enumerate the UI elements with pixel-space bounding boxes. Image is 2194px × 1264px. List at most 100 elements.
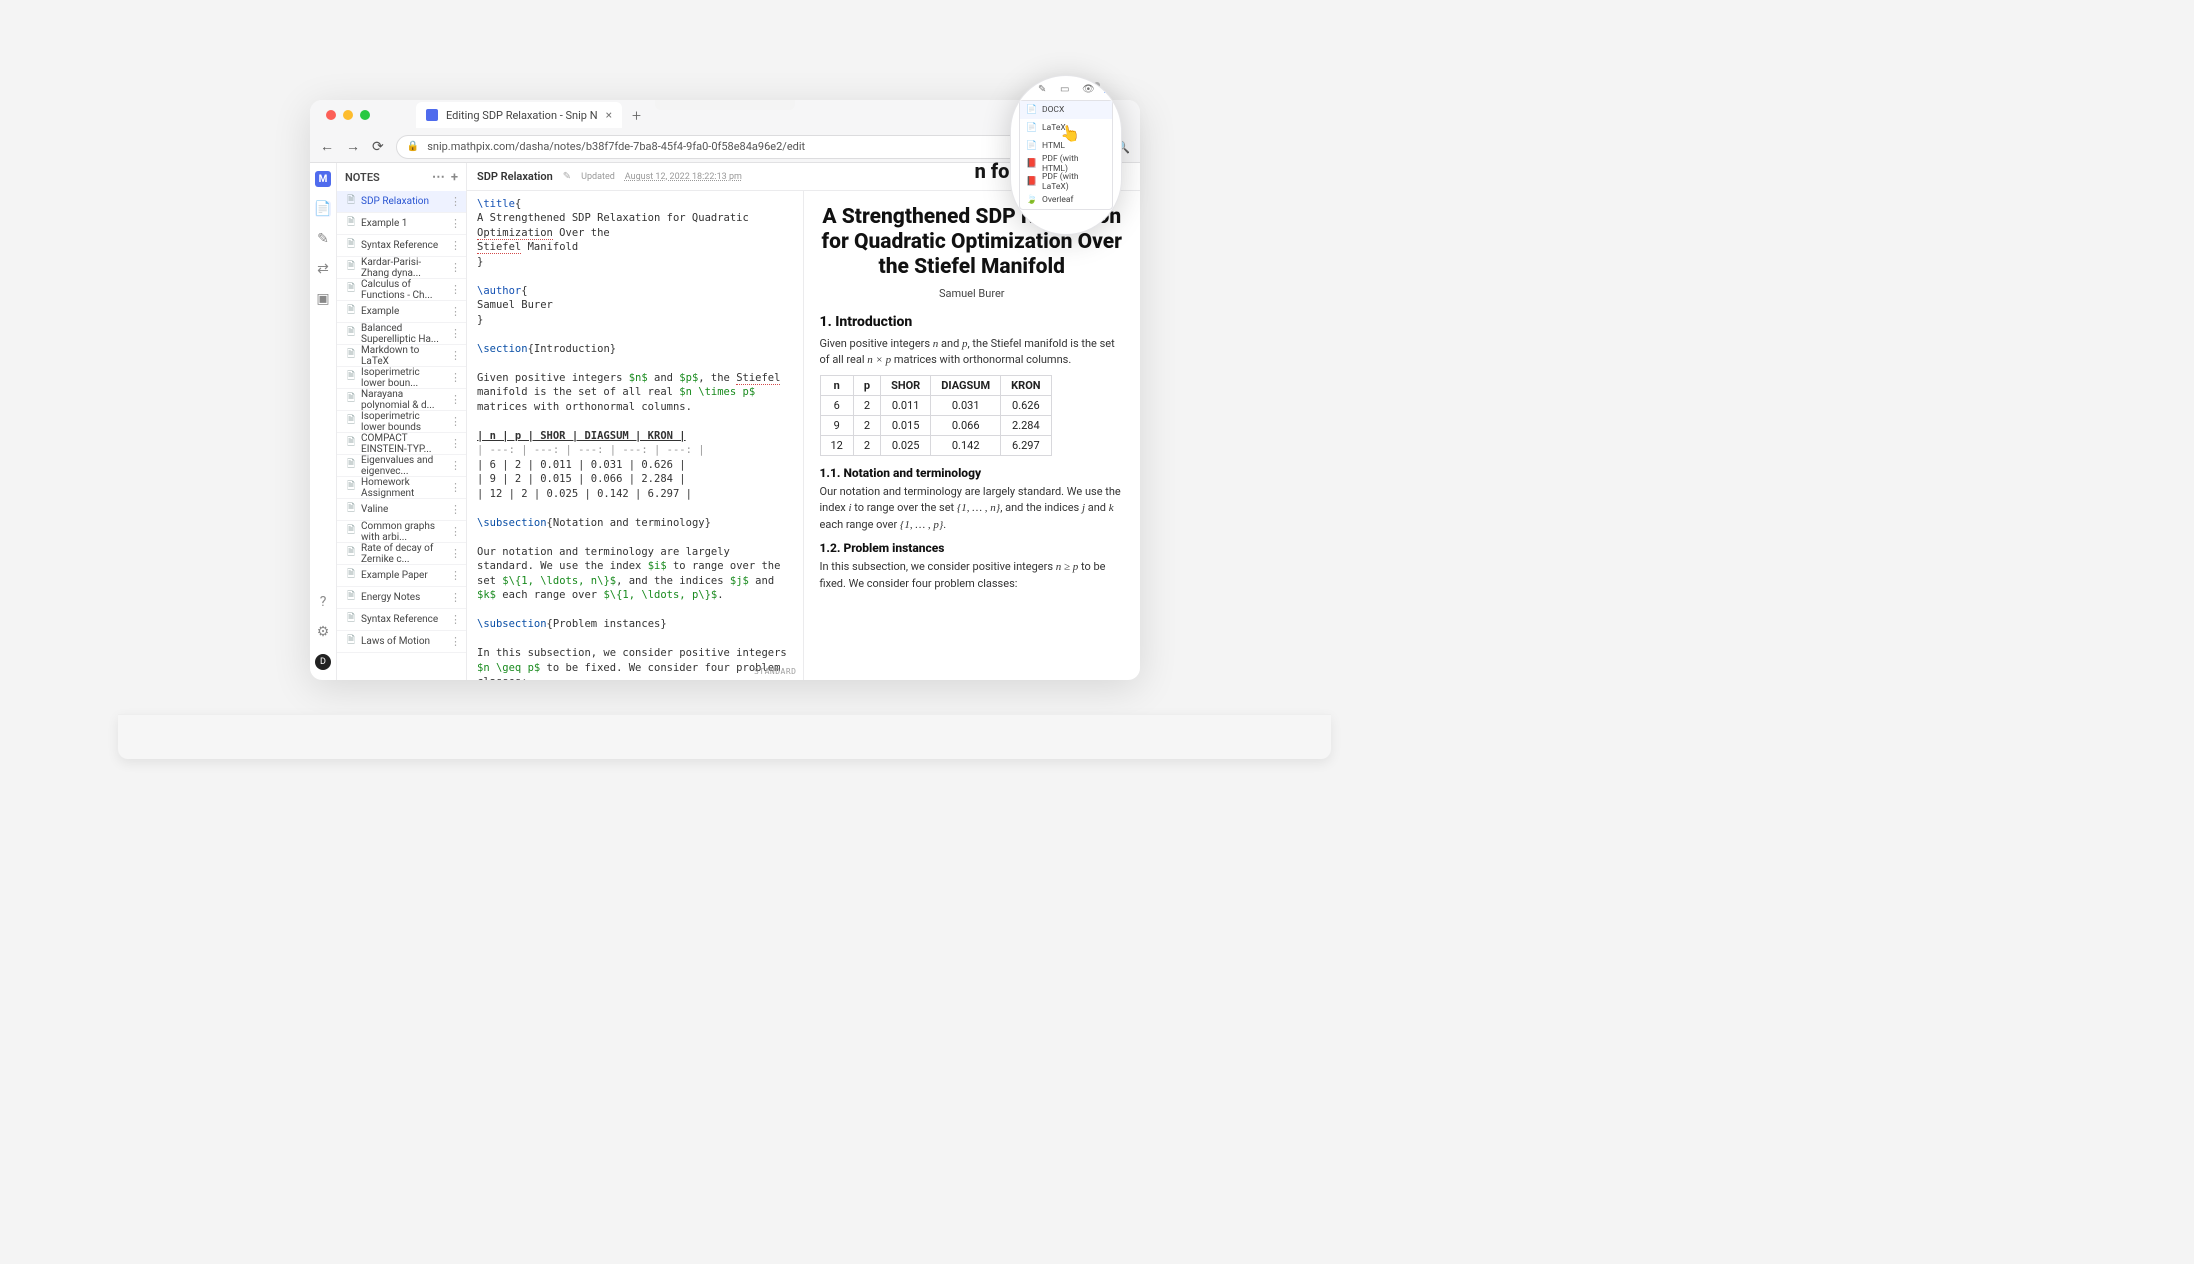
sidebar-item-label: Example bbox=[361, 306, 399, 317]
item-more-icon[interactable]: ⋮ bbox=[450, 613, 461, 626]
folders-icon[interactable]: ▣ bbox=[315, 291, 331, 307]
zoom-lens: ƒx ✎ ▭ 👁 ⤓ 📄DOCX📄LaTeX📄HTML📕PDF (with HT… bbox=[1010, 75, 1122, 235]
rail-bottom: ? ⚙ D bbox=[315, 594, 331, 680]
maximize-window-button[interactable] bbox=[360, 110, 370, 120]
sidebar-item[interactable]: 🗎Example⋮ bbox=[337, 301, 466, 323]
item-more-icon[interactable]: ⋮ bbox=[450, 569, 461, 582]
sidebar-add-icon[interactable]: + bbox=[451, 170, 458, 185]
sidebar-item-label: Isoperimetric lower bounds bbox=[361, 411, 444, 433]
item-more-icon[interactable]: ⋮ bbox=[450, 261, 461, 274]
item-more-icon[interactable]: ⋮ bbox=[450, 283, 461, 296]
file-icon: 🗎 bbox=[347, 259, 355, 276]
sidebar-item-label: Balanced Superelliptic Ha... bbox=[361, 323, 444, 345]
sidebar-item[interactable]: 🗎Markdown to LaTeX⋮ bbox=[337, 345, 466, 367]
lock-icon: 🔒 bbox=[407, 141, 419, 152]
sidebar-item[interactable]: 🗎Example 1⋮ bbox=[337, 213, 466, 235]
sidebar-item[interactable]: 🗎Homework Assignment⋮ bbox=[337, 477, 466, 499]
close-window-button[interactable] bbox=[326, 110, 336, 120]
sidebar-item[interactable]: 🗎Syntax Reference⋮ bbox=[337, 609, 466, 631]
address-bar[interactable]: 🔒 snip.mathpix.com/dasha/notes/b38f7fde-… bbox=[396, 135, 1103, 159]
sidebar-item[interactable]: 🗎Laws of Motion⋮ bbox=[337, 631, 466, 653]
sidebar-item[interactable]: 🗎SDP Relaxation⋮ bbox=[337, 191, 466, 213]
export-icon[interactable]: ⤓ bbox=[1104, 84, 1116, 96]
sidebar: NOTES ⋯ + 🗎SDP Relaxation⋮🗎Example 1⋮🗎Sy… bbox=[337, 163, 467, 680]
item-more-icon[interactable]: ⋮ bbox=[450, 459, 461, 472]
avatar[interactable]: D bbox=[315, 654, 331, 670]
new-tab-button[interactable]: + bbox=[632, 106, 641, 125]
note-list[interactable]: 🗎SDP Relaxation⋮🗎Example 1⋮🗎Syntax Refer… bbox=[337, 191, 466, 680]
file-icon: 🗎 bbox=[347, 501, 355, 518]
preview-prob-p: In this subsection, we consider positive… bbox=[820, 559, 1125, 592]
item-more-icon[interactable]: ⋮ bbox=[450, 349, 461, 362]
fx-icon[interactable]: ƒx bbox=[1016, 84, 1028, 96]
updated-time: August 12, 2022 18:22:13 pm bbox=[625, 172, 742, 182]
sidebar-item[interactable]: 🗎Energy Notes⋮ bbox=[337, 587, 466, 609]
snips-icon[interactable]: ✎ bbox=[315, 231, 331, 247]
forward-button[interactable]: → bbox=[346, 138, 360, 155]
sidebar-item[interactable]: 🗎 Kardar-Parisi-Zhang dyna... ⋮ bbox=[337, 257, 466, 279]
item-more-icon[interactable]: ⋮ bbox=[450, 547, 461, 560]
sidebar-item[interactable]: 🗎Valine⋮ bbox=[337, 499, 466, 521]
item-more-icon[interactable]: ⋮ bbox=[450, 371, 461, 384]
sidebar-item-label: Narayana polynomial & d... bbox=[361, 389, 444, 411]
sidebar-item-label: Isoperimetric lower boun... bbox=[361, 367, 444, 389]
app-logo-icon[interactable]: M bbox=[315, 171, 331, 187]
item-more-icon[interactable]: ⋮ bbox=[450, 525, 461, 538]
sidebar-item[interactable]: 🗎Eigenvalues and eigenvec...⋮ bbox=[337, 455, 466, 477]
item-more-icon[interactable]: ⋮ bbox=[450, 437, 461, 450]
file-icon: 🗎 bbox=[347, 391, 355, 408]
source-editor[interactable]: \title{ A Strengthened SDP Relaxation fo… bbox=[467, 191, 804, 680]
item-more-icon[interactable]: ⋮ bbox=[450, 195, 461, 208]
edit-icon[interactable]: ✎ bbox=[1038, 84, 1050, 96]
edit-title-icon[interactable]: ✎ bbox=[563, 171, 571, 182]
sidebar-title: NOTES bbox=[345, 171, 380, 184]
help-icon[interactable]: ? bbox=[315, 594, 331, 610]
sidebar-item[interactable]: 🗎Isoperimetric lower bounds⋮ bbox=[337, 411, 466, 433]
convert-icon[interactable]: ⇄ bbox=[315, 261, 331, 277]
sidebar-item[interactable]: 🗎COMPACT EINSTEIN-TYP...⋮ bbox=[337, 433, 466, 455]
updated-label: Updated bbox=[581, 172, 615, 182]
export-option[interactable]: 📕PDF (with HTML) bbox=[1020, 155, 1112, 173]
page-icon[interactable]: ▭ bbox=[1060, 84, 1072, 96]
sidebar-item[interactable]: 🗎Isoperimetric lower boun...⋮ bbox=[337, 367, 466, 389]
sidebar-item[interactable]: 🗎Balanced Superelliptic Ha...⋮ bbox=[337, 323, 466, 345]
item-more-icon[interactable]: ⋮ bbox=[450, 503, 461, 516]
sidebar-more-icon[interactable]: ⋯ bbox=[432, 170, 445, 185]
item-more-icon[interactable]: ⋮ bbox=[450, 393, 461, 406]
table-head-row: | n | p | SHOR | DIAGSUM | KRON | bbox=[477, 430, 686, 442]
file-icon: 🗎 bbox=[347, 237, 355, 254]
item-more-icon[interactable]: ⋮ bbox=[450, 415, 461, 428]
item-more-icon[interactable]: ⋮ bbox=[450, 327, 461, 340]
preview-intro-p: Given positive integers n and p, the Sti… bbox=[820, 336, 1125, 369]
file-icon: 🗎 bbox=[347, 523, 355, 540]
back-button[interactable]: ← bbox=[320, 138, 334, 155]
close-tab-icon[interactable]: × bbox=[606, 108, 612, 122]
notes-icon[interactable]: 📄 bbox=[315, 201, 331, 217]
eye-icon[interactable]: 👁 bbox=[1082, 84, 1094, 96]
export-menu[interactable]: 📄DOCX📄LaTeX📄HTML📕PDF (with HTML)📕PDF (wi… bbox=[1019, 100, 1113, 210]
sidebar-item[interactable]: 🗎Common graphs with arbi...⋮ bbox=[337, 521, 466, 543]
sidebar-item[interactable]: 🗎Calculus of Functions - Ch...⋮ bbox=[337, 279, 466, 301]
item-more-icon[interactable]: ⋮ bbox=[450, 217, 461, 230]
sidebar-item-label: Kardar-Parisi-Zhang dyna... bbox=[361, 257, 444, 279]
item-more-icon[interactable]: ⋮ bbox=[450, 635, 461, 648]
sidebar-item[interactable]: 🗎Rate of decay of Zernike c...⋮ bbox=[337, 543, 466, 565]
export-option[interactable]: 📄DOCX bbox=[1020, 101, 1112, 119]
item-more-icon[interactable]: ⋮ bbox=[450, 481, 461, 494]
export-option[interactable]: 📕PDF (with LaTeX) bbox=[1020, 173, 1112, 191]
sidebar-item[interactable]: 🗎Syntax Reference⋮ bbox=[337, 235, 466, 257]
sidebar-item-label: Homework Assignment bbox=[361, 477, 444, 499]
file-icon: 🗎 bbox=[347, 193, 355, 210]
item-more-icon[interactable]: ⋮ bbox=[450, 591, 461, 604]
browser-tab[interactable]: Editing SDP Relaxation - Snip N × bbox=[416, 102, 622, 128]
item-more-icon[interactable]: ⋮ bbox=[450, 239, 461, 252]
export-format-icon: 📕 bbox=[1026, 159, 1036, 169]
sidebar-item-label: Energy Notes bbox=[361, 592, 420, 603]
item-more-icon[interactable]: ⋮ bbox=[450, 305, 461, 318]
sidebar-item[interactable]: 🗎 Narayana polynomial & d... ⋮ bbox=[337, 389, 466, 411]
minimize-window-button[interactable] bbox=[343, 110, 353, 120]
settings-icon[interactable]: ⚙ bbox=[315, 624, 331, 640]
export-option[interactable]: 🍃Overleaf bbox=[1020, 191, 1112, 209]
reload-button[interactable]: ⟳ bbox=[372, 139, 384, 155]
sidebar-item[interactable]: 🗎Example Paper⋮ bbox=[337, 565, 466, 587]
